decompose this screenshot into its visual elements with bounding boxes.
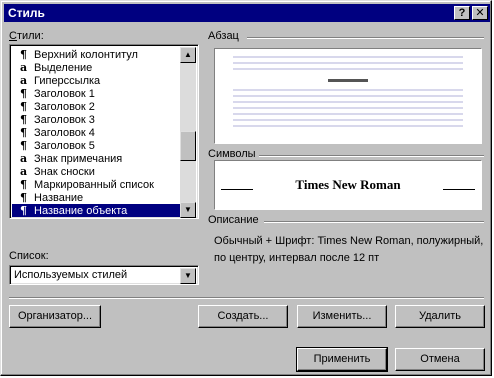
style-list-item-label: Название объекта xyxy=(34,205,128,217)
style-list-item-label: Знак примечания xyxy=(34,153,123,165)
paragraph-style-icon: ¶ xyxy=(20,100,27,113)
style-list-item-label: Название xyxy=(34,192,84,204)
styles-scrollbar[interactable]: ▲ ▼ xyxy=(180,47,196,218)
preview-sample-text xyxy=(215,73,481,85)
arrow-down-icon: ▼ xyxy=(184,205,192,214)
style-list-item[interactable]: ¶ Заголовок 4 xyxy=(12,126,184,139)
character-style-icon: a xyxy=(20,61,28,74)
style-list-item[interactable]: ¶ Заголовок 5 xyxy=(12,139,184,152)
style-list-item-label: Заголовок 1 xyxy=(34,88,95,100)
scroll-up-button[interactable]: ▲ xyxy=(180,47,196,63)
arrow-up-icon: ▲ xyxy=(184,50,192,59)
font-preview-name: Times New Roman xyxy=(295,177,401,192)
description-group-line xyxy=(264,221,484,223)
styles-list-label: Стили: xyxy=(9,30,44,42)
scroll-thumb[interactable] xyxy=(180,131,196,161)
paragraph-group-label: Абзац xyxy=(208,30,239,42)
style-list-item-label: Знак сноски xyxy=(34,166,95,178)
style-list-item[interactable]: ¶ Заголовок 3 xyxy=(12,113,184,126)
style-list-item[interactable]: ¶ Маркированный список xyxy=(12,178,184,191)
apply-button[interactable]: Применить xyxy=(296,347,388,372)
style-list-item-label: Заголовок 4 xyxy=(34,127,95,139)
paragraph-style-icon: ¶ xyxy=(20,126,27,139)
modify-button[interactable]: Изменить... xyxy=(297,305,387,328)
style-list-item-label: Заголовок 3 xyxy=(34,114,95,126)
close-icon: ✕ xyxy=(475,7,485,19)
character-style-icon: a xyxy=(20,165,28,178)
characters-group-line xyxy=(259,155,484,157)
styles-list[interactable]: ¶ Верхний колонтитул a Выделение a Гиперссылк… xyxy=(12,48,184,218)
paragraph-style-icon: ¶ xyxy=(20,48,27,61)
list-filter-select[interactable]: Используемых стилей ▼ xyxy=(9,265,199,285)
style-dialog: Стиль ? ✕ Стили: ¶ Верхний колонтитул a Выд… xyxy=(0,0,492,376)
paragraph-style-icon: ¶ xyxy=(20,178,27,191)
chevron-down-icon: ▼ xyxy=(184,271,192,280)
delete-button[interactable]: Удалить xyxy=(395,305,485,328)
style-list-item[interactable]: ¶ Название объекта xyxy=(12,204,184,217)
style-list-item[interactable]: a Знак сноски xyxy=(12,165,184,178)
style-list-item[interactable]: a Гиперссылка xyxy=(12,74,184,87)
preview-prev-lines xyxy=(233,56,463,74)
scroll-down-button[interactable]: ▼ xyxy=(180,202,196,218)
list-filter-label: Список: xyxy=(9,250,49,262)
paragraph-style-icon: ¶ xyxy=(20,113,27,126)
style-list-item-label: Маркированный список xyxy=(34,179,154,191)
paragraph-style-icon: ¶ xyxy=(20,139,27,152)
styles-listbox[interactable]: ¶ Верхний колонтитул a Выделение a Гиперссылк… xyxy=(9,44,199,219)
help-button[interactable]: ? xyxy=(454,6,470,20)
style-list-item[interactable]: ¶ Заголовок 2 xyxy=(12,100,184,113)
organizer-button[interactable]: Организатор... xyxy=(9,305,101,328)
close-button[interactable]: ✕ xyxy=(472,6,488,20)
style-list-item-label: Заголовок 2 xyxy=(34,101,95,113)
bottom-separator xyxy=(9,297,484,299)
style-list-item[interactable]: ¶ Заголовок 1 xyxy=(12,87,184,100)
style-description: Обычный + Шрифт: Times New Roman, полужи… xyxy=(214,235,484,264)
style-list-item[interactable]: a Знак примечания xyxy=(12,152,184,165)
create-button[interactable]: Создать... xyxy=(198,305,288,328)
paragraph-style-icon: ¶ xyxy=(20,191,27,204)
style-list-item-label: Гиперссылка xyxy=(34,75,101,87)
cancel-button[interactable]: Отмена xyxy=(395,348,485,371)
title-bar[interactable]: Стиль ? ✕ xyxy=(4,4,490,22)
paragraph-style-icon: ¶ xyxy=(20,204,27,217)
description-group-label: Описание xyxy=(208,214,259,226)
paragraph-group-line xyxy=(247,37,484,39)
style-list-item[interactable]: ¶ Название xyxy=(12,191,184,204)
style-list-item[interactable]: ¶ Верхний колонтитул xyxy=(12,48,184,61)
preview-next-lines xyxy=(233,89,463,131)
characters-group-label: Символы xyxy=(208,148,256,160)
style-list-item[interactable]: a Выделение xyxy=(12,61,184,74)
window-title: Стиль xyxy=(8,6,45,20)
style-list-item-label: Выделение xyxy=(34,62,93,74)
style-list-item-label: Заголовок 5 xyxy=(34,140,95,152)
font-preview-right-rule xyxy=(443,189,475,190)
style-list-item-label: Верхний колонтитул xyxy=(34,49,138,61)
paragraph-preview xyxy=(214,48,482,144)
character-style-icon: a xyxy=(20,152,28,165)
list-filter-dropdown-button[interactable]: ▼ xyxy=(180,268,196,284)
font-preview: Times New Roman xyxy=(214,160,482,210)
character-style-icon: a xyxy=(20,74,28,87)
paragraph-style-icon: ¶ xyxy=(20,87,27,100)
list-filter-value: Используемых стилей xyxy=(14,269,128,281)
